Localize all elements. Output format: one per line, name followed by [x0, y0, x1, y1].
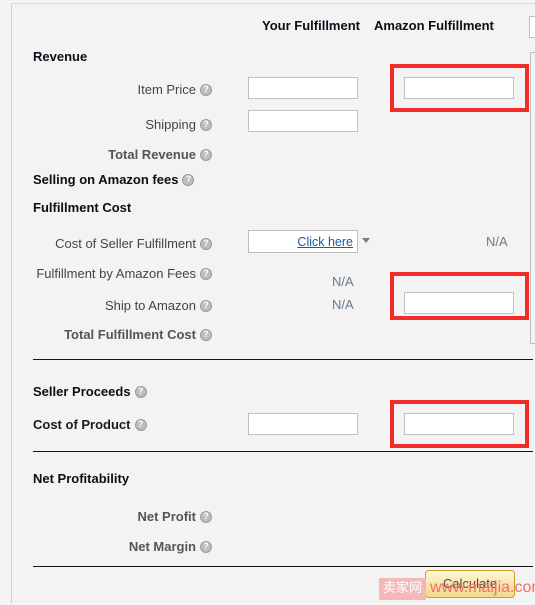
- watermark-url: www.maijia.com: [430, 579, 535, 596]
- highlight-box-ship-to-amazon: [390, 272, 529, 320]
- label-item-price: Item Price: [0, 82, 212, 97]
- label-total-revenue-text: Total Revenue: [108, 147, 196, 162]
- input-item-price-your[interactable]: [248, 77, 358, 99]
- label-cost-of-product-text: Cost of Product: [33, 417, 131, 432]
- label-fulfillment-by-amazon-fees-text: Fulfillment by Amazon Fees: [36, 266, 196, 281]
- label-total-revenue: Total Revenue: [0, 147, 212, 162]
- help-icon-net-profit[interactable]: [200, 511, 212, 523]
- help-icon-item-price[interactable]: [200, 84, 212, 96]
- divider-seller-proceeds: [33, 451, 533, 452]
- help-icon-total-revenue[interactable]: [200, 149, 212, 161]
- highlight-box-cost-of-product: [390, 400, 529, 448]
- section-title-net-profitability: Net Profitability: [33, 471, 130, 486]
- help-icon-cost-of-product[interactable]: [134, 419, 147, 431]
- label-ship-to-amazon: Ship to Amazon: [0, 298, 212, 313]
- label-total-fulfillment-cost: Total Fulfillment Cost: [0, 327, 212, 342]
- extra-column-panel: [530, 52, 535, 344]
- label-shipping-text: Shipping: [145, 117, 196, 132]
- input-cost-of-product-your[interactable]: [248, 413, 358, 435]
- help-icon-selling-on-amazon-fees[interactable]: [182, 174, 195, 186]
- label-item-price-text: Item Price: [137, 82, 196, 97]
- label-net-profit-text: Net Profit: [137, 509, 197, 524]
- highlight-box-item-price: [390, 64, 529, 112]
- section-title-fulfillment-cost: Fulfillment Cost: [33, 200, 132, 215]
- chevron-down-icon[interactable]: [362, 238, 370, 243]
- label-fulfillment-by-amazon-fees: Fulfillment by Amazon Fees: [0, 267, 212, 281]
- help-icon-net-margin[interactable]: [200, 541, 212, 553]
- help-icon-ship-to-amazon[interactable]: [200, 300, 212, 312]
- section-title-seller-proceeds: Seller Proceeds: [33, 384, 147, 399]
- section-title-selling-on-amazon-fees-text: Selling on Amazon fees: [33, 172, 179, 187]
- label-net-margin: Net Margin: [0, 539, 212, 554]
- label-total-fulfillment-cost-text: Total Fulfillment Cost: [64, 327, 196, 342]
- label-cost-of-seller-fulfillment-text: Cost of Seller Fulfillment: [55, 236, 196, 251]
- column-header-your-fulfillment: Your Fulfillment: [262, 18, 360, 33]
- click-here-link[interactable]: Click here: [297, 234, 353, 250]
- value-fulfillment-by-amazon-fees-your: N/A: [332, 274, 354, 289]
- label-net-profit: Net Profit: [0, 509, 212, 524]
- value-cost-of-seller-fulfillment-amazon: N/A: [486, 234, 508, 249]
- section-title-revenue: Revenue: [33, 49, 88, 64]
- help-icon-shipping[interactable]: [200, 119, 212, 131]
- divider-fulfillment: [33, 359, 533, 360]
- label-shipping: Shipping: [0, 117, 212, 132]
- calculator-panel: Your Fulfillment Amazon Fulfillment Reve…: [11, 3, 535, 603]
- value-ship-to-amazon-your: N/A: [332, 297, 354, 312]
- extra-column-input-top[interactable]: [529, 16, 535, 38]
- input-shipping-your[interactable]: [248, 110, 358, 132]
- column-header-amazon-fulfillment: Amazon Fulfillment: [374, 18, 494, 33]
- help-icon-cost-of-seller-fulfillment[interactable]: [200, 238, 212, 250]
- label-ship-to-amazon-text: Ship to Amazon: [104, 298, 196, 313]
- watermark-badge: 卖家网: [379, 578, 426, 600]
- help-icon-seller-proceeds[interactable]: [134, 386, 147, 398]
- divider-net-profitability: [33, 566, 533, 567]
- label-net-margin-text: Net Margin: [128, 539, 196, 554]
- help-icon-total-fulfillment-cost[interactable]: [200, 329, 212, 341]
- label-cost-of-seller-fulfillment: Cost of Seller Fulfillment: [0, 236, 212, 251]
- section-title-selling-on-amazon-fees: Selling on Amazon fees: [33, 172, 195, 187]
- help-icon-fulfillment-by-amazon-fees[interactable]: [200, 268, 212, 280]
- section-title-seller-proceeds-text: Seller Proceeds: [33, 384, 131, 399]
- fba-revenue-calculator-screen: Your Fulfillment Amazon Fulfillment Reve…: [0, 0, 535, 605]
- cost-of-seller-fulfillment-dropdown[interactable]: Click here: [248, 230, 358, 253]
